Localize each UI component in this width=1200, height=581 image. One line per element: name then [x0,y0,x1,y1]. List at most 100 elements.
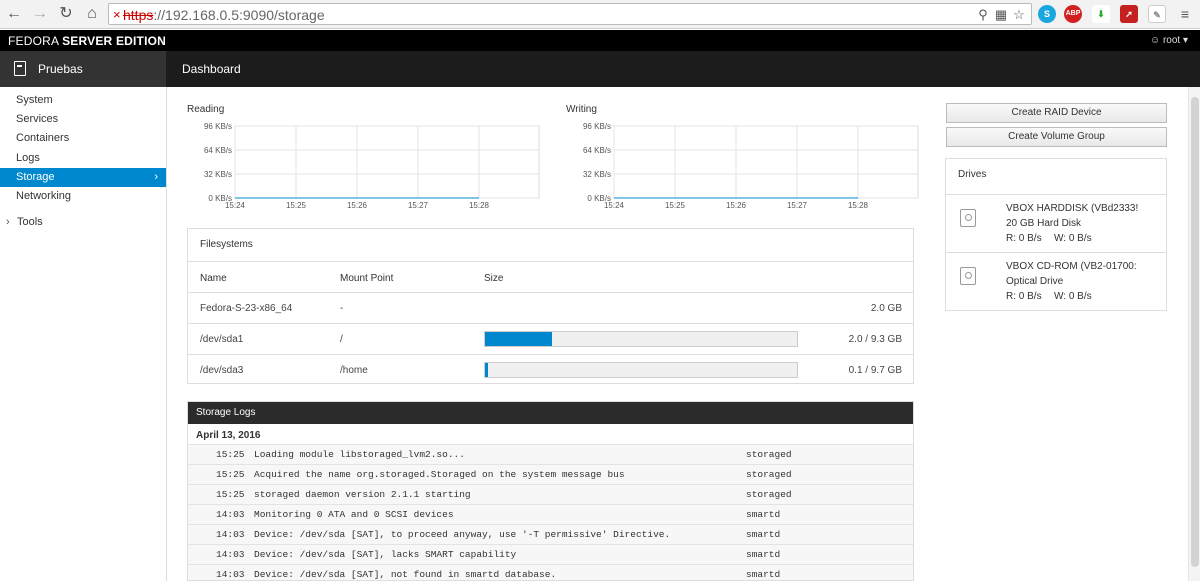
sidebar-item-label: Tools [17,216,43,228]
log-row[interactable]: 14:03 Device: /dev/sda [SAT], to proceed … [188,524,913,544]
sidebar-item-networking[interactable]: Networking [0,187,166,206]
create-raid-device-button[interactable]: Create RAID Device [946,103,1167,123]
filesystems-title: Filesystems [200,239,253,250]
user-icon: ☺ [1149,35,1161,46]
chart-svg: 96 KB/s64 KB/s32 KB/s0 KB/s15:24 15:25 15:… [583,122,919,210]
home-icon[interactable]: ⌂ [82,4,102,24]
pdf-icon[interactable]: ➚ [1120,5,1138,23]
drive-type: 20 GB Hard Disk [1006,218,1082,229]
notes-icon[interactable]: ✎ [1148,5,1166,23]
url-text: https://192.168.0.5:9090/storage [123,7,325,23]
drive-item[interactable]: VBOX CD-ROM (VB2-01700: Optical Drive R:… [946,252,1166,310]
log-row[interactable]: 15:25 Acquired the name org.storaged.Stor… [188,464,913,484]
mount-point: /home [340,365,368,376]
filesystem-size: 2.0 GB [870,303,902,314]
filesystem-name: Fedora-S-23-x86_64 [200,303,293,314]
x-tick-label: 15:25 [286,201,307,210]
writing-chart: 96 KB/s 64 KB/s 32 KB/s 0 KB/s 15:24 15:25 15:… [566,118,919,210]
drive-name: VBOX CD-ROM (VB2-01700: [1006,261,1137,272]
log-message: storaged daemon version 2.1.1 starting [254,489,471,500]
sidebar-item-containers[interactable]: Containers [0,129,166,148]
drive-write-rate: W: 0 B/s [1054,233,1092,244]
usage-bar-fill [485,332,553,346]
usage-bar [484,362,798,378]
address-bar[interactable]: × https://192.168.0.5:9090/storage ⚲ ▦ ☆ [108,3,1032,25]
column-header-mount[interactable]: Mount Point [340,273,393,284]
storage-logs-panel: Storage Logs April 13, 2016 15:25 Loading… [187,401,914,581]
scrollbar-thumb[interactable] [1191,97,1199,567]
zoom-icon[interactable]: ⚲ [975,7,991,23]
storage-logs-title: Storage Logs [188,402,913,424]
skype-icon[interactable]: S [1038,5,1056,23]
y-tick-label: 96 KB/s [583,122,611,131]
drive-type: Optical Drive [1006,276,1064,287]
log-source: smartd [746,509,781,520]
drive-name: VBOX HARDDISK (VBd2333! [1006,203,1139,214]
chevron-right-icon: › [6,216,10,228]
reload-icon[interactable]: ↻ [56,4,76,24]
drive-read-rate: R: 0 B/s [1006,233,1042,244]
x-tick-label: 15:28 [469,201,490,210]
log-row[interactable]: 14:03 Device: /dev/sda [SAT], lacks SMART… [188,544,913,564]
sidebar-item-storage[interactable]: Storage › [0,168,166,187]
log-date-heading: April 13, 2016 [196,430,261,441]
table-row[interactable]: /dev/sda3/home 0.1 / 9.7 GB [188,354,914,384]
sidebar-item-system[interactable]: System [0,91,166,110]
star-icon[interactable]: ☆ [1011,7,1027,23]
log-source: smartd [746,529,781,540]
log-row[interactable]: 14:03 Monitoring 0 ATA and 0 SCSI devices… [188,504,913,524]
table-row[interactable]: Fedora-S-23-x86_64 - 2.0 GB [188,292,914,322]
drive-item[interactable]: VBOX HARDDISK (VBd2333! 20 GB Hard Disk … [946,194,1166,252]
x-tick-label: 15:26 [726,201,747,210]
log-source: storaged [746,489,792,500]
table-row[interactable]: /dev/sda1 / 2.0 / 9.3 GB [188,323,914,353]
x-tick-label: 15:24 [225,201,246,210]
masthead: FEDORA SERVER EDITION ☺ root ▾ [0,30,1200,51]
log-row[interactable]: 14:03 Device: /dev/sda [SAT], not found i… [188,564,913,580]
forward-arrow-icon[interactable]: → [30,4,50,24]
mount-point: / [340,334,343,345]
log-row[interactable]: 15:25 Loading module libstoraged_lvm2.so.… [188,444,913,464]
filesystem-name: /dev/sda1 [200,334,244,345]
log-message: Device: /dev/sda [SAT], lacks SMART capa… [254,549,517,560]
translate-icon[interactable]: ▦ [993,7,1009,23]
optical-drive-icon [960,267,976,285]
log-source: smartd [746,549,781,560]
sidebar-item-logs[interactable]: Logs [0,149,166,168]
x-tick-label: 15:27 [787,201,808,210]
download-icon[interactable]: ⬇ [1092,5,1110,23]
log-time: 14:03 [216,509,245,520]
chart-svg: 96 KB/s64 KB/s32 KB/s0 KB/s15:24 15:25 15:… [204,122,540,210]
back-arrow-icon[interactable]: ← [4,4,24,24]
log-source: storaged [746,449,792,460]
server-icon [14,61,26,76]
drive-read-rate: R: 0 B/s [1006,291,1042,302]
log-source: smartd [746,569,781,580]
log-source: storaged [746,469,792,480]
drive-write-rate: W: 0 B/s [1054,291,1092,302]
column-header-size[interactable]: Size [484,273,503,284]
column-header-name[interactable]: Name [200,273,227,284]
sidebar-item-services[interactable]: Services [0,110,166,129]
user-menu[interactable]: ☺ root ▾ [1150,35,1188,46]
sidebar-item-tools[interactable]: › Tools [0,213,166,232]
log-row[interactable]: 15:25 storaged daemon version 2.1.1 start… [188,484,913,504]
writing-chart-label: Writing [566,104,597,115]
server-name: Pruebas [38,62,83,76]
server-switcher[interactable]: Pruebas [0,51,166,87]
create-volume-group-button[interactable]: Create Volume Group [946,127,1167,147]
adblock-icon[interactable]: ABP [1064,5,1082,23]
menu-icon[interactable]: ≡ [1176,5,1194,23]
drives-panel: Drives VBOX HARDDISK (VBd2333! 20 GB Har… [945,158,1167,311]
breadcrumb[interactable]: Dashboard [182,62,241,76]
page-scrollbar[interactable] [1188,87,1200,581]
chevron-right-icon: › [154,171,158,183]
sidebar-item-label: Storage [16,171,55,183]
log-time: 14:03 [216,529,245,540]
x-tick-label: 15:25 [665,201,686,210]
log-message: Loading module libstoraged_lvm2.so... [254,449,465,460]
y-tick-label: 96 KB/s [204,122,232,131]
log-message: Device: /dev/sda [SAT], to proceed anywa… [254,529,671,540]
log-time: 15:25 [216,489,245,500]
brand-logo: FEDORA SERVER EDITION [8,34,167,48]
